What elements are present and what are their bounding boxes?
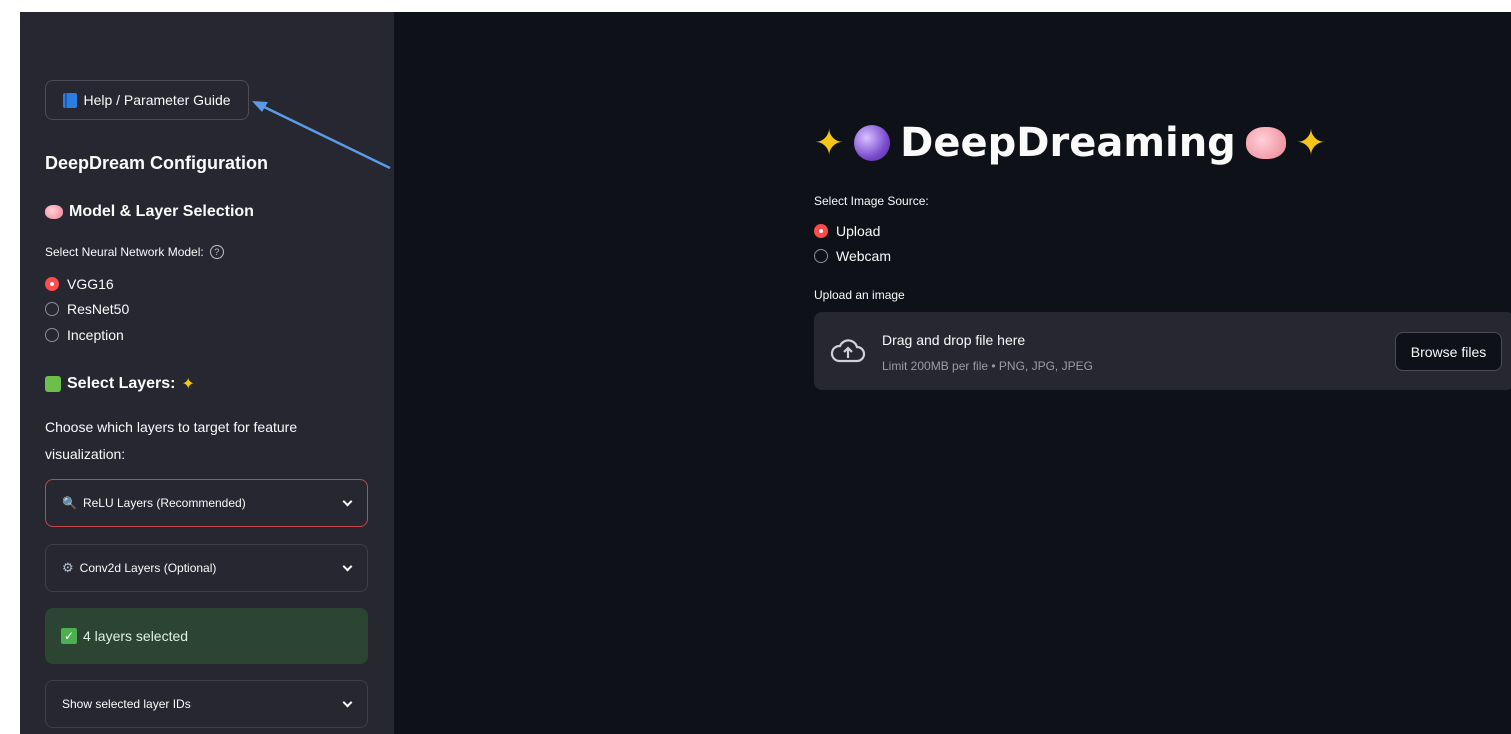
chevron-down-icon <box>342 496 353 506</box>
chevron-down-icon <box>342 697 353 707</box>
puzzle-icon <box>45 376 61 392</box>
source-option-upload[interactable]: Upload <box>814 218 891 244</box>
model-section-heading-label: Model & Layer Selection <box>69 203 254 220</box>
image-source-label: Select Image Source: <box>814 194 929 208</box>
radio-icon[interactable] <box>45 302 59 317</box>
sparkles-icon: ✦ <box>1295 122 1326 164</box>
model-option-label: VGG16 <box>67 275 114 292</box>
conv2d-layers-expander[interactable]: ⚙ Conv2d Layers (Optional) <box>45 544 368 592</box>
show-layer-ids-expander[interactable]: Show selected layer IDs <box>45 680 368 728</box>
sparkles-icon: ✦ <box>181 376 195 393</box>
status-text: 4 layers selected <box>83 628 189 644</box>
crystal-ball-icon <box>854 125 891 161</box>
sparkles-icon: ✦ <box>814 122 845 164</box>
brain-icon <box>1245 127 1286 159</box>
relu-layers-expander[interactable]: 🔍 ReLU Layers (Recommended) <box>45 479 368 527</box>
radio-selected-icon[interactable] <box>45 276 59 291</box>
help-button-label: Help / Parameter Guide <box>83 92 231 108</box>
model-option-inception[interactable]: Inception <box>45 322 129 348</box>
main-content: ✦ DeepDreaming ✦ Select Image Source: Up… <box>394 12 1511 734</box>
chevron-down-icon <box>342 561 353 571</box>
cloud-upload-icon <box>830 339 866 363</box>
show-ids-label: Show selected layer IDs <box>62 697 191 711</box>
model-select-label-text: Select Neural Network Model: <box>45 245 204 259</box>
source-option-webcam[interactable]: Webcam <box>814 244 891 270</box>
source-option-label: Upload <box>836 222 881 239</box>
book-icon <box>63 92 78 108</box>
model-radio-group: VGG16 ResNet50 Inception <box>45 271 129 348</box>
image-source-radio-group: Upload Webcam <box>814 218 891 269</box>
check-icon: ✓ <box>61 628 77 644</box>
file-uploader-dropzone[interactable]: Drag and drop file here Limit 200MB per … <box>814 312 1511 390</box>
app-frame: Help / Parameter Guide DeepDream Configu… <box>20 12 1511 734</box>
gear-icon: ⚙ <box>62 560 74 575</box>
model-option-label: Inception <box>67 326 124 343</box>
relu-expander-label: ReLU Layers (Recommended) <box>82 496 246 510</box>
dropzone-limit-text: Limit 200MB per file • PNG, JPG, JPEG <box>882 359 1093 373</box>
annotation-arrow <box>252 101 391 170</box>
conv-expander-label: Conv2d Layers (Optional) <box>79 561 217 575</box>
brain-icon <box>45 205 63 219</box>
magnifier-icon: 🔍 <box>62 496 77 510</box>
question-help-icon[interactable]: ? <box>209 245 224 259</box>
dropzone-main-text: Drag and drop file here <box>882 332 1026 348</box>
page-title-text: DeepDreaming <box>900 120 1236 166</box>
help-parameter-guide-button[interactable]: Help / Parameter Guide <box>45 80 249 120</box>
layers-section-heading: Select Layers: ✦ <box>45 374 195 394</box>
radio-selected-icon[interactable] <box>814 223 828 238</box>
upload-label: Upload an image <box>814 288 905 302</box>
source-option-label: Webcam <box>836 248 891 265</box>
config-title: DeepDream Configuration <box>45 153 269 173</box>
page-title: ✦ DeepDreaming ✦ <box>814 120 1326 166</box>
layers-selected-status: ✓ 4 layers selected <box>45 608 368 664</box>
model-select-label: Select Neural Network Model: ? <box>45 245 224 259</box>
sidebar: Help / Parameter Guide DeepDream Configu… <box>20 12 394 734</box>
layers-section-heading-label: Select Layers: <box>67 375 176 392</box>
layers-description: Choose which layers to target for featur… <box>45 419 298 462</box>
radio-icon[interactable] <box>814 249 828 264</box>
model-option-vgg16[interactable]: VGG16 <box>45 271 129 297</box>
model-option-resnet50[interactable]: ResNet50 <box>45 297 129 323</box>
model-option-label: ResNet50 <box>67 301 130 318</box>
radio-icon[interactable] <box>45 327 59 342</box>
browse-files-button[interactable]: Browse files <box>1395 332 1502 371</box>
model-section-heading: Model & Layer Selection <box>45 203 254 221</box>
